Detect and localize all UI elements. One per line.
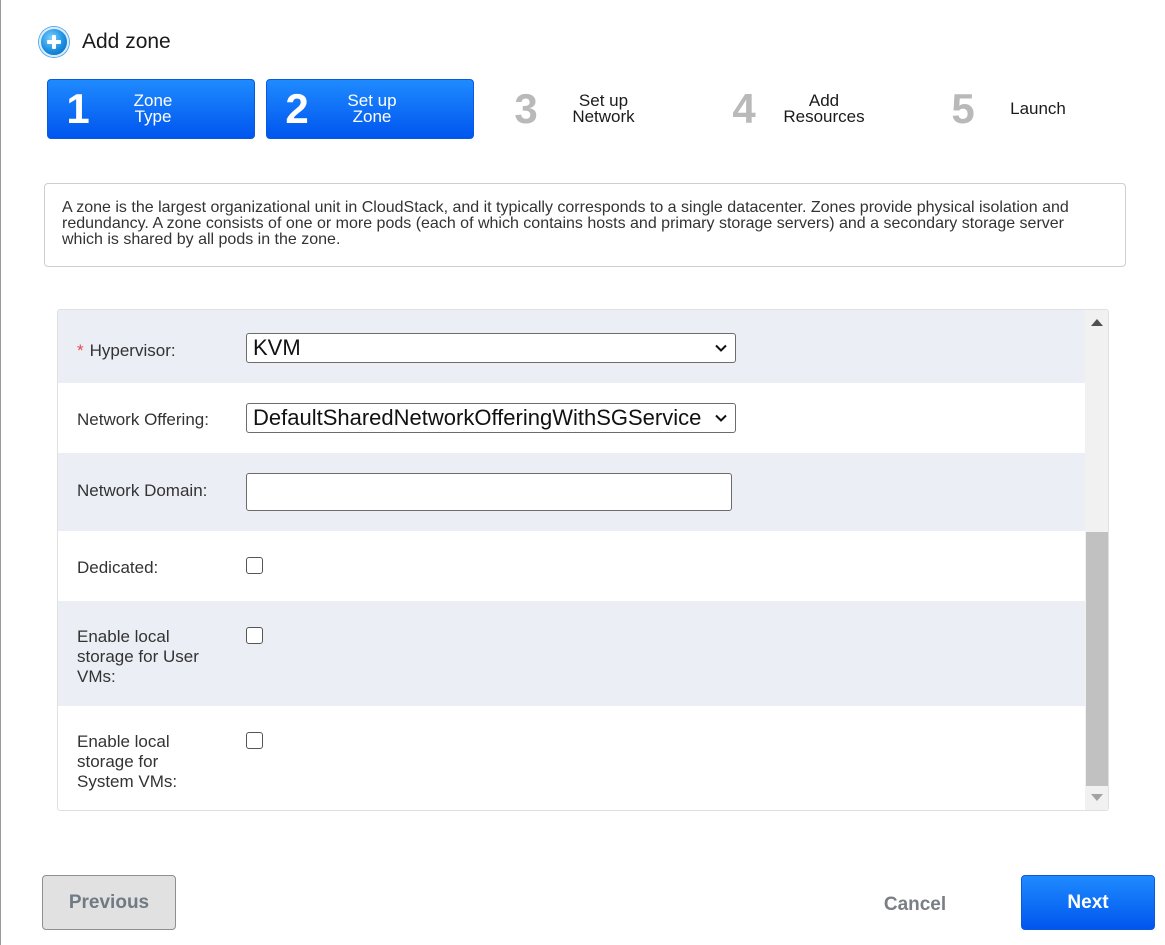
dedicated-checkbox[interactable] (246, 557, 263, 574)
step-number: 3 (514, 85, 538, 132)
add-circle-icon (39, 27, 69, 57)
step-number: 5 (951, 85, 975, 132)
hypervisor-value: KVM (253, 335, 301, 360)
step-label-line: Type (134, 107, 172, 126)
step-add-resources: 4 Add Resources (714, 79, 874, 139)
scroll-down-arrow-icon[interactable] (1091, 794, 1103, 801)
form-row-network-offering: Network Offering: DefaultSharedNetworkOf… (58, 383, 1085, 453)
required-marker: * (77, 341, 84, 360)
dedicated-label: Dedicated: (77, 558, 159, 577)
step-launch: 5 Launch (933, 79, 1083, 139)
form-panel: * Hypervisor: KVM Network Offering: Defau… (57, 309, 1109, 811)
step-label: Launch (993, 99, 1083, 118)
label-line: Enable local (77, 732, 170, 751)
step-zone-type: 1 Zone Type (47, 79, 255, 139)
chevron-down-icon (715, 414, 727, 422)
form-row-local-storage-user: Enable local storage for User VMs: (58, 601, 1085, 706)
hypervisor-label: * Hypervisor: (77, 341, 176, 361)
form-row-dedicated: Dedicated: (58, 531, 1085, 601)
form-row-local-storage-system: Enable local storage for System VMs: (58, 706, 1085, 810)
form-row-hypervisor: * Hypervisor: KVM (58, 310, 1085, 383)
network-domain-input[interactable] (246, 473, 732, 511)
zone-description: A zone is the largest organizational uni… (44, 183, 1126, 267)
network-offering-value: DefaultSharedNetworkOfferingWithSGServic… (253, 405, 702, 430)
local-storage-user-label: Enable local storage for User VMs: (77, 627, 199, 687)
step-number: 4 (732, 85, 756, 132)
scrollbar-thumb[interactable] (1086, 532, 1108, 786)
local-storage-system-checkbox[interactable] (246, 732, 263, 749)
form-row-network-domain: Network Domain: (58, 453, 1085, 531)
step-set-up-zone: 2 Set up Zone (266, 79, 474, 139)
network-domain-label: Network Domain: (77, 481, 208, 500)
hypervisor-label-text: Hypervisor: (89, 341, 176, 360)
step-set-up-network: 3 Set up Network (496, 79, 651, 139)
step-label-line: Launch (1010, 99, 1066, 118)
step-number: 2 (285, 85, 309, 132)
step-label: Add Resources (774, 92, 874, 126)
step-label: Zone Type (108, 92, 198, 126)
network-offering-select[interactable]: DefaultSharedNetworkOfferingWithSGServic… (246, 403, 736, 433)
scrollbar[interactable] (1085, 310, 1108, 810)
cancel-button[interactable]: Cancel (871, 890, 959, 920)
step-label: Set up Zone (327, 92, 417, 126)
step-label: Set up Network (556, 92, 651, 126)
hypervisor-select[interactable]: KVM (246, 333, 736, 363)
label-line: storage for User (77, 647, 199, 666)
label-line: Enable local (77, 627, 170, 646)
label-line: VMs: (77, 667, 116, 686)
label-line: storage for (77, 752, 159, 771)
dialog: Add zone 1 Zone Type 2 Set up Zone 3 Set… (0, 0, 1165, 945)
local-storage-user-checkbox[interactable] (246, 627, 263, 644)
page-title: Add zone (82, 30, 171, 53)
label-line: System VMs: (77, 772, 178, 791)
scroll-up-arrow-icon[interactable] (1091, 319, 1103, 326)
next-button[interactable]: Next (1021, 875, 1155, 930)
previous-button[interactable]: Previous (42, 875, 176, 930)
local-storage-system-label: Enable local storage for System VMs: (77, 732, 177, 792)
step-label-line: Network (572, 107, 635, 126)
step-label-line: Resources (783, 107, 865, 126)
chevron-down-icon (715, 344, 727, 352)
step-label-line: Zone (352, 107, 392, 126)
header: Add zone (39, 27, 171, 57)
network-offering-label: Network Offering: (77, 410, 209, 429)
step-number: 1 (66, 85, 90, 132)
